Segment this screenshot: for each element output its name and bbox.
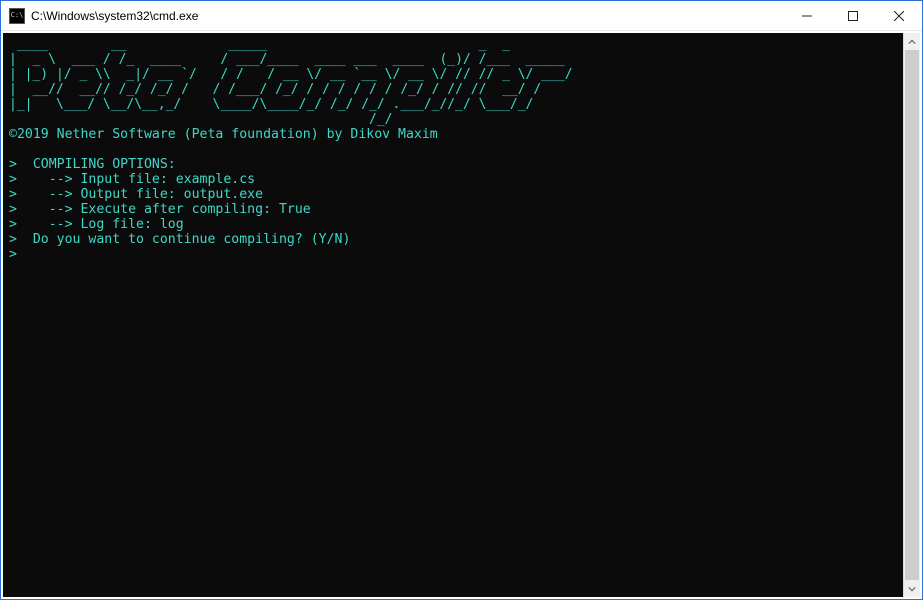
vertical-scrollbar[interactable] <box>903 33 920 597</box>
scroll-up-button[interactable] <box>904 33 920 50</box>
console-line: > Do you want to continue compiling? (Y/… <box>9 232 350 247</box>
scroll-track[interactable] <box>904 50 920 580</box>
copyright-line: ©2019 Nether Software (Peta foundation) … <box>9 127 438 142</box>
console-line: > --> Output file: output.exe <box>9 187 263 202</box>
console-output[interactable]: ____ __ _____ _ _ | _ \ ___ / /_ ____ / … <box>3 33 903 597</box>
ascii-art-banner: ____ __ _____ _ _ | _ \ ___ / /_ ____ / … <box>9 37 573 127</box>
scroll-thumb[interactable] <box>905 50 919 580</box>
console-wrap: ____ __ _____ _ _ | _ \ ___ / /_ ____ / … <box>3 33 920 597</box>
console-line: > <box>9 247 17 262</box>
client-area: ____ __ _____ _ _ | _ \ ___ / /_ ____ / … <box>1 31 922 599</box>
console-line: > COMPILING OPTIONS: <box>9 157 176 172</box>
scroll-down-button[interactable] <box>904 580 920 597</box>
console-line: > --> Execute after compiling: True <box>9 202 311 217</box>
window-title: C:\Windows\system32\cmd.exe <box>31 9 784 23</box>
close-button[interactable] <box>876 1 922 31</box>
console-line: > --> Log file: log <box>9 217 184 232</box>
minimize-button[interactable] <box>784 1 830 31</box>
maximize-button[interactable] <box>830 1 876 31</box>
console-line: > --> Input file: example.cs <box>9 172 255 187</box>
titlebar: C:\ C:\Windows\system32\cmd.exe <box>1 1 922 31</box>
cmd-icon: C:\ <box>9 8 25 24</box>
